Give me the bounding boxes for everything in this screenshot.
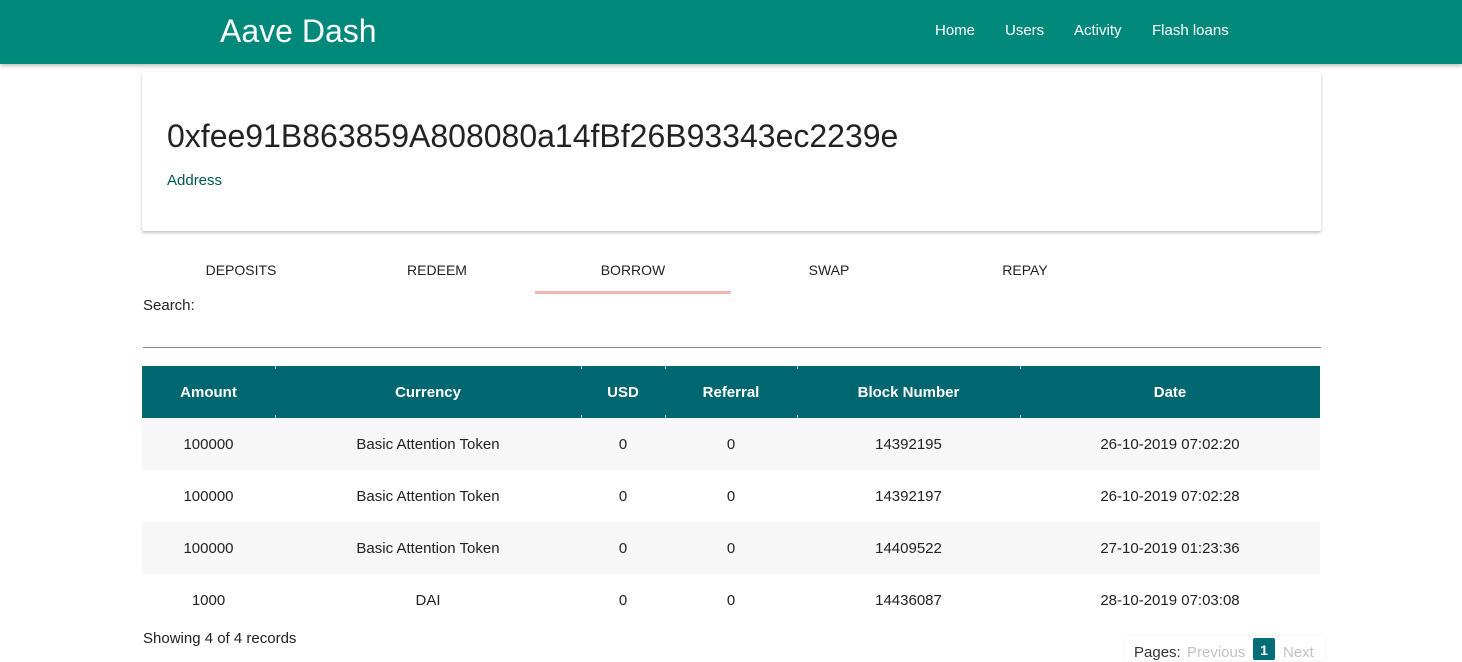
table-header-row: Amount Currency USD Referral Block Numbe… — [142, 366, 1320, 418]
cell-block-number: 14436087 — [875, 591, 942, 609]
previous-page-button[interactable]: Previous — [1187, 644, 1245, 661]
cell-referral: 0 — [726, 435, 736, 453]
table-row: 100000 Basic Attention Token 0 0 1440952… — [142, 522, 1320, 574]
cell-block-number: 14392197 — [875, 487, 942, 505]
cell-amount: 1000 — [191, 591, 226, 609]
cell-referral: 0 — [726, 539, 736, 557]
cell-amount: 100000 — [183, 539, 234, 557]
address-card: 0xfee91B863859A808080a14fBf26B93343ec223… — [142, 72, 1321, 231]
next-page-button[interactable]: Next — [1283, 644, 1314, 661]
address-label: Address — [167, 172, 223, 189]
account-address: 0xfee91B863859A808080a14fBf26B93343ec223… — [167, 118, 899, 154]
tab-borrow[interactable]: BORROW — [535, 252, 731, 294]
cell-block-number: 14392195 — [875, 435, 942, 453]
cell-block-number: 14409522 — [875, 539, 942, 557]
cell-date: 28-10-2019 07:03:08 — [1100, 591, 1240, 609]
table-row: 100000 Basic Attention Token 0 0 1439219… — [142, 470, 1320, 522]
page-1-button[interactable]: 1 — [1253, 638, 1275, 660]
cell-date: 26-10-2019 07:02:20 — [1100, 435, 1240, 453]
tab-redeem[interactable]: REDEEM — [339, 252, 535, 294]
nav-flash-loans-link[interactable]: Flash loans — [1152, 22, 1229, 39]
cell-usd: 0 — [618, 539, 628, 557]
column-header-block-number[interactable]: Block Number — [797, 366, 1020, 418]
nav-users-link[interactable]: Users — [1005, 22, 1044, 39]
app-title[interactable]: Aave Dash — [220, 13, 377, 50]
column-header-usd[interactable]: USD — [581, 366, 665, 418]
tab-deposits[interactable]: DEPOSITS — [143, 252, 339, 294]
table-row: 1000 DAI 0 0 14436087 28-10-2019 07:03:0… — [142, 574, 1320, 626]
column-header-referral[interactable]: Referral — [665, 366, 797, 418]
borrow-table: Amount Currency USD Referral Block Numbe… — [142, 366, 1320, 626]
nav-home-link[interactable]: Home — [935, 22, 975, 39]
nav-activity-link[interactable]: Activity — [1074, 22, 1122, 39]
tab-repay[interactable]: REPAY — [927, 252, 1123, 294]
column-header-date[interactable]: Date — [1020, 366, 1320, 418]
cell-currency: Basic Attention Token — [356, 539, 500, 557]
column-header-amount[interactable]: Amount — [142, 366, 275, 418]
cell-currency: DAI — [415, 591, 441, 609]
cell-currency: Basic Attention Token — [356, 487, 500, 505]
search-label: Search: — [143, 297, 195, 314]
column-header-currency[interactable]: Currency — [275, 366, 581, 418]
search-input[interactable] — [143, 320, 1321, 348]
cell-amount: 100000 — [183, 435, 234, 453]
cell-usd: 0 — [618, 591, 628, 609]
cell-referral: 0 — [726, 591, 736, 609]
pagination: Pages: Previous 1 Next — [1125, 636, 1325, 661]
pages-label: Pages: — [1134, 644, 1181, 661]
records-count: Showing 4 of 4 records — [143, 630, 297, 647]
cell-usd: 0 — [618, 487, 628, 505]
top-app-bar: Aave Dash Home Users Activity Flash loan… — [0, 0, 1462, 64]
tab-bar: DEPOSITS REDEEM BORROW SWAP REPAY — [143, 252, 1321, 296]
cell-date: 27-10-2019 01:23:36 — [1100, 539, 1240, 557]
table-row: 100000 Basic Attention Token 0 0 1439219… — [142, 418, 1320, 470]
cell-currency: Basic Attention Token — [356, 435, 500, 453]
cell-date: 26-10-2019 07:02:28 — [1100, 487, 1240, 505]
cell-usd: 0 — [618, 435, 628, 453]
cell-amount: 100000 — [183, 487, 234, 505]
cell-referral: 0 — [726, 487, 736, 505]
tab-swap[interactable]: SWAP — [731, 252, 927, 294]
